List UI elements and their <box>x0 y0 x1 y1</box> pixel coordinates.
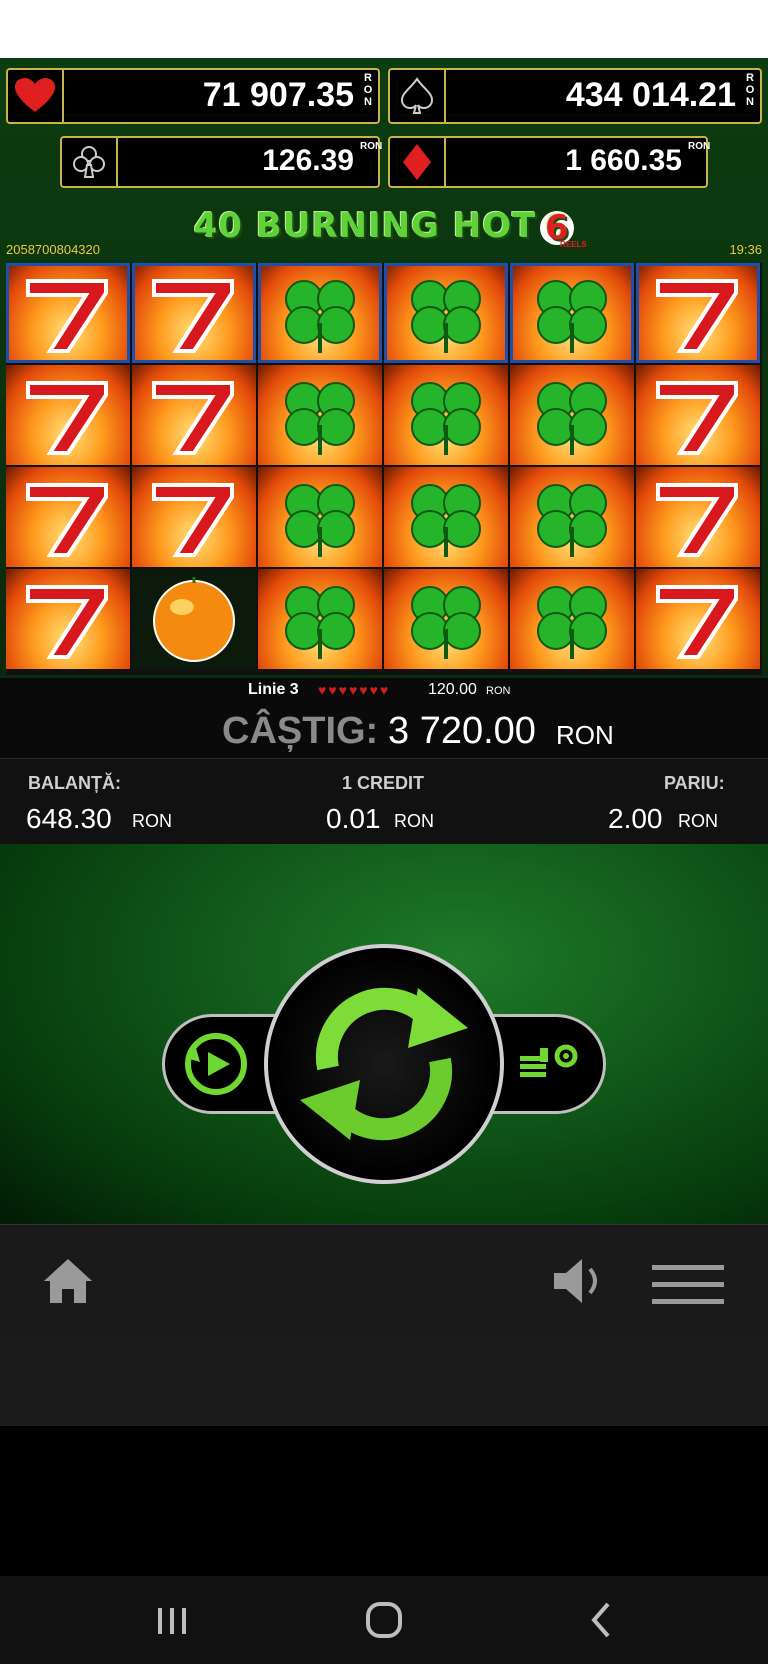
balance-value: 648.30 <box>26 803 112 834</box>
jackpot-diamonds: 1 660.35 RON <box>388 136 711 188</box>
reel-symbol-seven <box>132 263 256 363</box>
bet-settings-button[interactable] <box>516 1040 584 1088</box>
credit-currency: RON <box>394 811 434 831</box>
reel-symbol-seven <box>636 569 760 669</box>
controls-panel <box>0 844 768 1224</box>
credit-label: 1 CREDIT <box>342 773 425 793</box>
credit-value[interactable]: 0.01 <box>326 803 381 835</box>
win-line-currency: RON <box>486 685 511 697</box>
win-line-amount: 120.00 <box>428 681 477 698</box>
heart-icon <box>8 70 64 122</box>
six-reels-badge-sub: REELS <box>560 240 587 249</box>
jackpot-hearts-amount: 71 907.35 <box>202 76 354 114</box>
recents-button[interactable] <box>150 1602 194 1638</box>
empty-panel <box>0 1336 768 1426</box>
reel-symbol-clover <box>510 467 634 567</box>
balance-currency: RON <box>132 811 172 831</box>
jackpot-spades-amount: 434 014.21 <box>565 76 736 114</box>
reel-symbol-clover <box>510 263 634 363</box>
jackpot-spades-currency: RON <box>744 72 756 108</box>
win-line-hearts: ♥♥♥♥♥♥♥ <box>318 682 391 698</box>
menu-button[interactable] <box>650 1263 726 1307</box>
reel-symbol-seven <box>6 569 130 669</box>
reel-symbol-clover <box>384 467 508 567</box>
android-nav-bar <box>0 1576 768 1664</box>
jackpot-diamonds-amount: 1 660.35 <box>565 144 682 177</box>
jackpot-hearts-currency: RON <box>362 72 374 108</box>
bottom-toolbar <box>0 1224 768 1338</box>
jackpot-clubs-amount: 126.39 <box>262 144 354 177</box>
reel-symbol-clover <box>384 263 508 363</box>
session-id: 2058700804320 <box>6 242 100 257</box>
autoplay-icon <box>185 1033 247 1095</box>
reels-grid[interactable] <box>6 263 762 675</box>
reel-symbol-clover <box>258 569 382 669</box>
back-icon <box>591 1602 610 1638</box>
reel-symbol-clover <box>384 569 508 669</box>
info-bar: BALANȚĂ: 648.30 RON 1 CREDIT 0.01 RON PA… <box>0 758 768 845</box>
spade-icon <box>390 70 446 122</box>
jackpot-clubs-currency: RON <box>360 141 383 152</box>
win-amount: 3 720.00 <box>388 710 536 752</box>
top-blank-area <box>0 0 768 58</box>
reel-symbol-orange <box>132 569 256 669</box>
home-button[interactable] <box>40 1255 96 1307</box>
reel-symbol-clover <box>384 365 508 465</box>
win-label: CÂȘTIG: <box>222 710 379 752</box>
home-circle-icon <box>366 1602 402 1638</box>
reel-symbol-seven <box>636 263 760 363</box>
win-line-label: Linie 3 <box>248 681 299 698</box>
balance-label: BALANȚĂ: <box>28 773 121 793</box>
win-display: CÂȘTIG: 3 720.00 RON <box>0 706 768 758</box>
bet-currency: RON <box>678 811 718 831</box>
reel-symbol-seven <box>6 263 130 363</box>
reel-symbol-seven <box>636 365 760 465</box>
game-title: 40 BURNING HOT 6 <box>0 206 768 246</box>
game-title-text: 40 BURNING HOT <box>193 206 537 246</box>
reel-symbol-seven <box>132 365 256 465</box>
jackpot-hearts: 71 907.35 RON <box>6 68 380 124</box>
reel-symbol-seven <box>6 365 130 465</box>
spin-arrows-icon <box>300 987 468 1141</box>
win-line-row: Linie 3 ♥♥♥♥♥♥♥ 120.00 RON <box>0 678 768 706</box>
hamburger-menu-icon <box>652 1265 724 1304</box>
jackpot-clubs: 126.39 RON <box>60 136 383 188</box>
reel-symbol-seven <box>636 467 760 567</box>
reel-symbol-clover <box>510 569 634 669</box>
bet-label: PARIU: <box>664 773 725 793</box>
recents-icon <box>158 1608 186 1634</box>
reel-symbol-seven <box>132 467 256 567</box>
diamond-icon <box>390 138 446 186</box>
win-currency: RON <box>556 720 614 750</box>
spin-button[interactable] <box>264 944 504 1184</box>
speaker-icon <box>554 1259 597 1303</box>
autoplay-button[interactable] <box>178 1028 254 1100</box>
reel-symbol-clover <box>258 365 382 465</box>
game-clock: 19:36 <box>729 242 762 257</box>
home-nav-button[interactable] <box>364 1600 404 1640</box>
jackpot-spades: 434 014.21 RON <box>388 68 762 124</box>
sound-button[interactable] <box>550 1255 610 1307</box>
jackpot-diamonds-currency: RON <box>688 141 711 152</box>
home-icon <box>44 1259 92 1303</box>
back-button[interactable] <box>586 1600 616 1640</box>
bet-settings-icon <box>520 1044 578 1077</box>
reel-symbol-clover <box>258 263 382 363</box>
bet-value[interactable]: 2.00 <box>608 803 663 835</box>
reel-symbol-seven <box>6 467 130 567</box>
club-icon <box>62 138 118 186</box>
reel-symbol-clover <box>258 467 382 567</box>
reel-symbol-clover <box>510 365 634 465</box>
